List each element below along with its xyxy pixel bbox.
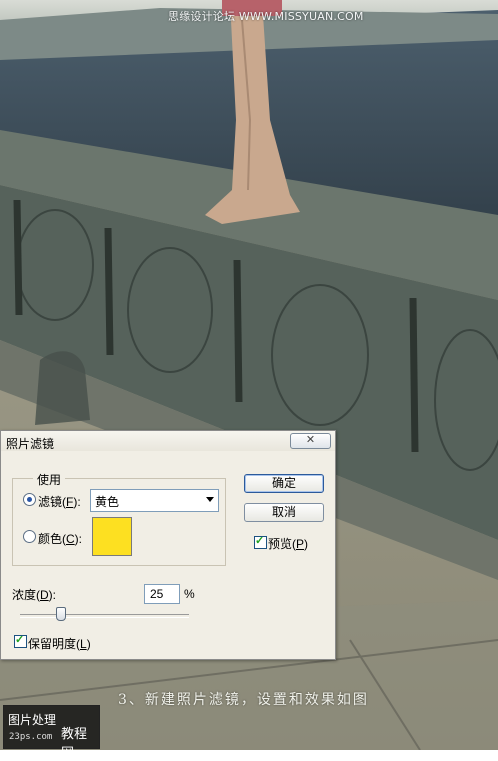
ok-button[interactable]: 确定 <box>244 474 324 493</box>
filter-radio[interactable] <box>23 493 36 506</box>
cancel-button[interactable]: 取消 <box>244 503 324 522</box>
density-slider-thumb[interactable] <box>56 607 66 621</box>
caption-text: 3、新建照片滤镜，设置和效果如图 <box>118 692 369 708</box>
use-group-label: 使用 <box>33 471 66 488</box>
preserve-luminosity-label[interactable]: 保留明度(L) <box>28 635 91 652</box>
color-radio[interactable] <box>23 530 36 543</box>
filter-select[interactable]: 黄色 <box>90 489 219 512</box>
site-logo: 图片处理 教程网 23ps.com <box>3 705 100 761</box>
logo-line3: 23ps.com <box>9 732 53 742</box>
logo-line1: 图片处理 <box>8 713 57 727</box>
density-input[interactable]: 25 <box>144 584 180 604</box>
photo-filter-dialog: 照片滤镜 ✕ 使用 滤镜(F): 黄色 颜色(C): 确定 取消 预览(P) 浓… <box>0 430 336 660</box>
close-icon: ✕ <box>305 434 316 446</box>
preview-checkbox[interactable] <box>254 534 267 549</box>
logo-line2: 教程网 <box>61 727 88 761</box>
watermark-text: 思缘设计论坛 WWW.MISSYUAN.COM <box>168 10 364 23</box>
preserve-luminosity-checkbox[interactable] <box>14 633 27 648</box>
filter-radio-label[interactable]: 滤镜(F): <box>38 493 81 510</box>
density-label: 浓度(D): <box>12 588 57 602</box>
color-radio-label[interactable]: 颜色(C): <box>38 530 82 547</box>
density-unit: % <box>184 587 195 601</box>
chevron-down-icon <box>206 497 214 502</box>
dialog-titlebar: 照片滤镜 ✕ <box>1 431 335 451</box>
close-button[interactable]: ✕ <box>290 433 331 449</box>
preview-label[interactable]: 预览(P) <box>268 535 308 552</box>
color-swatch[interactable] <box>92 517 132 556</box>
dialog-title: 照片滤镜 <box>6 437 55 451</box>
filter-select-value: 黄色 <box>95 495 120 509</box>
density-slider-track[interactable] <box>20 614 189 618</box>
